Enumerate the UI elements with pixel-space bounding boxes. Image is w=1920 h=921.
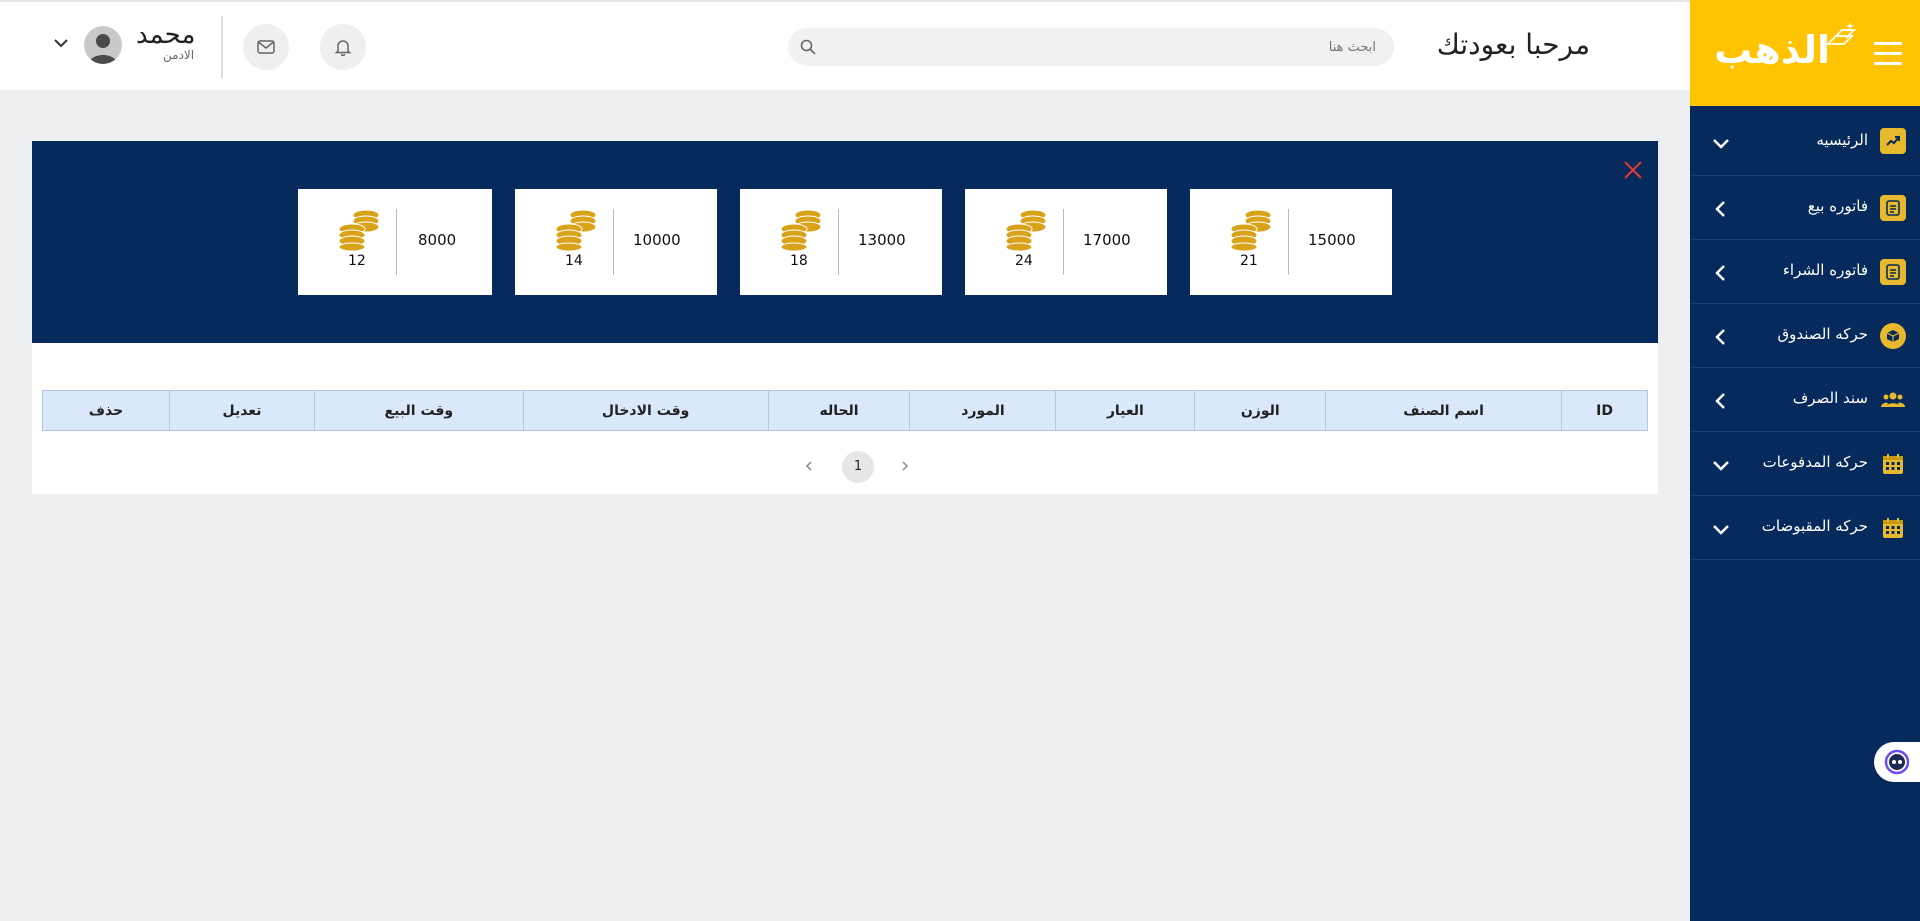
stat-card: 21 15000: [1190, 189, 1392, 295]
chatbot-icon: [1884, 749, 1910, 775]
chevron-left-icon[interactable]: [802, 459, 816, 473]
hamburger-menu-icon[interactable]: [1874, 42, 1902, 68]
users-icon: [1880, 387, 1906, 413]
user-role: الادمن: [163, 48, 195, 62]
sidebar-item-label: سند الصرف: [1792, 389, 1868, 407]
column-header[interactable]: حذف: [42, 390, 170, 431]
bell-icon: [334, 40, 352, 56]
search-input[interactable]: [836, 28, 1376, 66]
column-header[interactable]: ID: [1561, 390, 1648, 431]
sidebar-item-payments[interactable]: حركه المدفوعات: [1690, 432, 1920, 496]
karat-value: 24: [1015, 253, 1033, 269]
chevron-down-icon: [1713, 139, 1729, 149]
cube-icon: [1880, 323, 1906, 349]
coins-icon: [1230, 209, 1272, 251]
column-header[interactable]: اسم الصنف: [1325, 390, 1563, 431]
sidebar-item-sales-invoice[interactable]: فاتوره بيع: [1690, 176, 1920, 240]
chatbot-button[interactable]: [1874, 742, 1920, 782]
card-divider: [1063, 209, 1064, 275]
amount-value: 15000: [1308, 231, 1356, 249]
card-divider: [613, 209, 614, 275]
coins-icon: [1005, 209, 1047, 251]
card-divider: [1288, 209, 1289, 275]
sidebar-item-label: فاتوره بيع: [1807, 197, 1868, 215]
sidebar-item-label: الرئيسيه: [1816, 131, 1868, 149]
karat-value: 12: [348, 253, 366, 269]
items-table-panel: ID اسم الصنف الوزن العيار المورد الحاله …: [32, 343, 1658, 494]
sidebar-nav: الرئيسيه فاتوره بيع فاتوره الشراء حركه ا…: [1690, 106, 1920, 560]
karat-value: 18: [790, 253, 808, 269]
coins-icon: [780, 209, 822, 251]
brand-bar: الذهب: [1690, 0, 1920, 106]
chevron-left-icon: [1715, 265, 1725, 281]
sidebar-item-expense-voucher[interactable]: سند الصرف: [1690, 368, 1920, 432]
amount-value: 13000: [858, 231, 906, 249]
top-header: مرحبا بعودتك محمد الادمن: [0, 0, 1690, 90]
user-avatar-icon: [89, 34, 117, 64]
avatar[interactable]: [84, 26, 122, 64]
sidebar-item-label: حركه المدفوعات: [1762, 453, 1868, 471]
sidebar-item-receipts[interactable]: حركه المقبوضات: [1690, 496, 1920, 560]
document-icon: [1880, 259, 1906, 285]
chevron-left-icon: [1715, 393, 1725, 409]
amount-value: 10000: [633, 231, 681, 249]
notifications-button[interactable]: [320, 24, 366, 70]
card-divider: [396, 209, 397, 275]
coins-icon: [338, 209, 380, 251]
column-header[interactable]: وقت البيع: [313, 390, 524, 431]
trending-up-icon: [1880, 128, 1906, 154]
column-header[interactable]: وقت الادخال: [522, 390, 769, 431]
amount-value: 8000: [418, 231, 457, 249]
sidebar-item-purchase-invoice[interactable]: فاتوره الشراء: [1690, 240, 1920, 304]
column-header[interactable]: تعديل: [169, 390, 315, 431]
card-divider: [838, 209, 839, 275]
chevron-left-icon: [1715, 201, 1725, 217]
column-header[interactable]: المورد: [909, 390, 1057, 431]
sidebar-item-label: حركه المقبوضات: [1761, 517, 1868, 535]
search-bar[interactable]: [788, 28, 1394, 66]
calendar-icon: [1880, 451, 1906, 477]
sidebar-item-label: حركه الصندوق: [1777, 325, 1868, 343]
column-header[interactable]: الوزن: [1194, 390, 1327, 431]
pagination: 1: [802, 451, 912, 483]
header-divider: [221, 16, 223, 78]
brand-title: الذهب: [1714, 28, 1830, 72]
items-table: ID اسم الصنف الوزن العيار المورد الحاله …: [42, 390, 1648, 431]
column-header[interactable]: العيار: [1055, 390, 1196, 431]
user-name: محمد: [136, 20, 196, 50]
messages-button[interactable]: [243, 24, 289, 70]
close-icon[interactable]: [1622, 159, 1644, 181]
sidebar: الذهب الرئيسيه فاتوره بيع فاتوره الشراء: [1690, 0, 1920, 921]
sidebar-item-label: فاتوره الشراء: [1782, 261, 1868, 279]
sidebar-item-cash-movement[interactable]: حركه الصندوق: [1690, 304, 1920, 368]
mail-icon: [257, 40, 275, 54]
coins-icon: [555, 209, 597, 251]
chevron-right-icon[interactable]: [898, 459, 912, 473]
gold-stock-banner: 21 15000 24 17000 18 13000 14 10000 12 8…: [32, 141, 1658, 343]
stat-card: 18 13000: [740, 189, 942, 295]
karat-value: 21: [1240, 253, 1258, 269]
karat-value: 14: [565, 253, 583, 269]
amount-value: 17000: [1083, 231, 1131, 249]
sidebar-item-home[interactable]: الرئيسيه: [1690, 106, 1920, 176]
stat-card: 24 17000: [965, 189, 1167, 295]
chevron-left-icon: [1715, 329, 1725, 345]
table-header-row: ID اسم الصنف الوزن العيار المورد الحاله …: [42, 390, 1648, 431]
stat-card: 14 10000: [515, 189, 717, 295]
search-icon[interactable]: [800, 39, 816, 55]
welcome-title: مرحبا بعودتك: [1436, 28, 1590, 61]
chevron-down-icon: [1713, 461, 1729, 471]
chevron-down-icon: [1713, 525, 1729, 535]
column-header[interactable]: الحاله: [767, 390, 911, 431]
document-icon: [1880, 195, 1906, 221]
page-number-button[interactable]: 1: [842, 451, 874, 483]
calendar-icon: [1880, 515, 1906, 541]
chevron-down-icon[interactable]: [52, 34, 70, 52]
stat-card: 12 8000: [298, 189, 492, 295]
